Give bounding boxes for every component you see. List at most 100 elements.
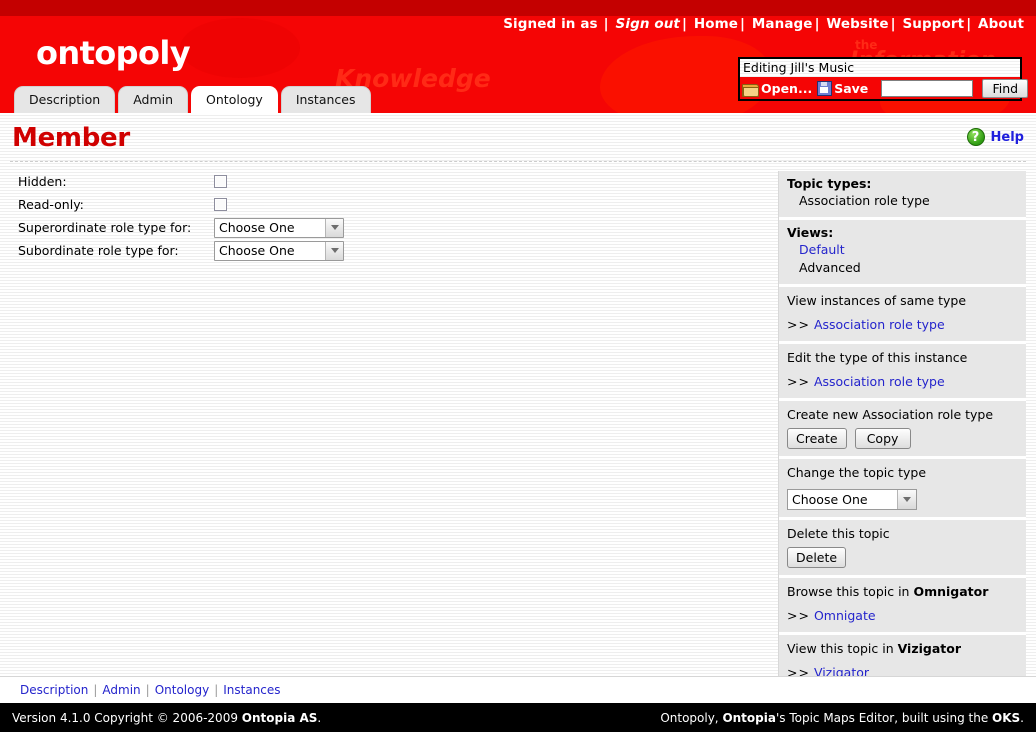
view-instances-text: View instances of same type bbox=[787, 292, 1018, 310]
tagline-text: Ontopoly, Ontopia's Topic Maps Editor, b… bbox=[660, 711, 1024, 725]
save-button-label: Save bbox=[834, 81, 868, 96]
omnigate-link[interactable]: Omnigate bbox=[814, 608, 876, 623]
page-title: Member bbox=[12, 123, 130, 153]
browse-omnigator-prefix: Browse this topic in bbox=[787, 584, 913, 599]
help-link[interactable]: ? Help bbox=[967, 128, 1024, 146]
footer-separator: | bbox=[88, 683, 102, 697]
footer-link-admin[interactable]: Admin bbox=[102, 683, 140, 697]
tab-description[interactable]: Description bbox=[14, 86, 115, 113]
topicmap-toolbox: Editing Jill's Music Open... Save Find bbox=[738, 57, 1022, 101]
view-instances-row: >> Association role type bbox=[787, 315, 1018, 334]
topic-types-heading: Topic types: bbox=[787, 176, 1018, 191]
delete-topic-text: Delete this topic bbox=[787, 525, 1018, 543]
editing-title: Editing Jill's Music bbox=[740, 59, 1020, 77]
view-default-link[interactable]: Default bbox=[787, 241, 1018, 259]
header-top-stripe bbox=[0, 0, 1036, 16]
form-row-superordinate: Superordinate role type for: Choose One bbox=[18, 217, 748, 238]
footer-separator: | bbox=[209, 683, 223, 697]
sidebar-section-view-instances: View instances of same type >> Associati… bbox=[779, 287, 1026, 344]
save-button[interactable]: Save bbox=[817, 81, 868, 96]
omnigate-row: >> Omnigate bbox=[787, 606, 1018, 625]
tab-admin[interactable]: Admin bbox=[118, 86, 188, 113]
arrow-marker: >> bbox=[787, 374, 810, 389]
sign-out-link[interactable]: Sign out bbox=[616, 16, 680, 32]
ontopoly-logo[interactable]: ontopoly bbox=[36, 34, 190, 72]
tagline-oks: OKS bbox=[992, 711, 1020, 725]
delete-button[interactable]: Delete bbox=[787, 547, 846, 568]
footer-separator: | bbox=[141, 683, 155, 697]
footer-status-bar: Version 4.1.0 Copyright © 2006-2009 Onto… bbox=[0, 703, 1036, 732]
floppy-disk-icon bbox=[817, 81, 831, 95]
tagline-ontopia: Ontopia bbox=[722, 711, 776, 725]
sidebar-section-topic-types: Topic types: Association role type bbox=[779, 171, 1026, 220]
view-vizigator-prefix: View this topic in bbox=[787, 641, 898, 656]
header-watermark-shape bbox=[180, 18, 300, 78]
superordinate-select-value: Choose One bbox=[215, 220, 325, 235]
tagline-part-2: 's Topic Maps Editor, built using the bbox=[776, 711, 992, 725]
help-label: Help bbox=[991, 130, 1024, 145]
main-tab-bar: Description Admin Ontology Instances bbox=[14, 86, 371, 113]
edit-type-text: Edit the type of this instance bbox=[787, 349, 1018, 367]
tab-instances[interactable]: Instances bbox=[281, 86, 371, 113]
open-button[interactable]: Open... bbox=[742, 81, 812, 96]
sidebar-section-delete: Delete this topic Delete bbox=[779, 520, 1026, 578]
hidden-checkbox[interactable] bbox=[214, 175, 227, 188]
site-header: Knowledge the Information Signed in as| … bbox=[0, 0, 1036, 113]
form-row-subordinate: Subordinate role type for: Choose One bbox=[18, 240, 748, 261]
change-type-text: Change the topic type bbox=[787, 464, 1018, 482]
footer-link-description[interactable]: Description bbox=[20, 683, 88, 697]
title-divider bbox=[10, 161, 1026, 162]
copyright-suffix: . bbox=[317, 711, 321, 725]
manage-link[interactable]: Manage bbox=[752, 16, 813, 32]
signed-in-as-label: Signed in as bbox=[503, 16, 601, 32]
superordinate-select[interactable]: Choose One bbox=[214, 218, 344, 238]
edit-type-link[interactable]: Association role type bbox=[814, 374, 945, 389]
support-link[interactable]: Support bbox=[902, 16, 964, 32]
find-button[interactable]: Find bbox=[982, 79, 1028, 98]
view-advanced-label[interactable]: Advanced bbox=[787, 259, 1018, 277]
home-link[interactable]: Home bbox=[694, 16, 738, 32]
create-button[interactable]: Create bbox=[787, 428, 847, 449]
subordinate-select[interactable]: Choose One bbox=[214, 241, 344, 261]
form-row-hidden: Hidden: bbox=[18, 171, 748, 192]
edit-type-row: >> Association role type bbox=[787, 372, 1018, 391]
tagline-part-3: . bbox=[1020, 711, 1024, 725]
topic-types-value: Association role type bbox=[787, 192, 1018, 210]
footer-link-ontology[interactable]: Ontology bbox=[155, 683, 210, 697]
website-link[interactable]: Website bbox=[826, 16, 888, 32]
sidebar-section-edit-type: Edit the type of this instance >> Associ… bbox=[779, 344, 1026, 401]
create-new-text: Create new Association role type bbox=[787, 406, 1018, 424]
subordinate-select-value: Choose One bbox=[215, 243, 325, 258]
change-topic-type-value: Choose One bbox=[788, 492, 897, 507]
top-navigation: Signed in as| Sign out| Home| Manage| We… bbox=[503, 16, 1024, 32]
read-only-checkbox[interactable] bbox=[214, 198, 227, 211]
sidebar-section-change-type: Change the topic type Choose One bbox=[779, 459, 1026, 520]
toolbox-actions: Open... Save Find bbox=[740, 77, 1020, 99]
chevron-down-icon bbox=[325, 242, 343, 260]
tab-ontology[interactable]: Ontology bbox=[191, 86, 278, 113]
open-button-label: Open... bbox=[761, 81, 812, 96]
change-topic-type-select[interactable]: Choose One bbox=[787, 489, 917, 510]
about-link[interactable]: About bbox=[978, 16, 1024, 32]
footer-link-instances[interactable]: Instances bbox=[223, 683, 280, 697]
nav-separator: | bbox=[889, 16, 898, 32]
topic-sidebar: Topic types: Association role type Views… bbox=[778, 171, 1026, 692]
copyright-text: Version 4.1.0 Copyright © 2006-2009 Onto… bbox=[12, 711, 321, 725]
open-folder-icon bbox=[742, 82, 758, 95]
find-input[interactable] bbox=[881, 80, 973, 97]
change-type-select-wrap: Choose One bbox=[787, 489, 1018, 510]
nav-separator: | bbox=[680, 16, 689, 32]
arrow-marker: >> bbox=[787, 317, 810, 332]
tagline-part-1: Ontopoly, bbox=[660, 711, 722, 725]
member-form: Hidden: Read-only: Superordinate role ty… bbox=[18, 171, 748, 263]
chevron-down-icon bbox=[325, 219, 343, 237]
copyright-prefix: Version 4.1.0 Copyright © 2006-2009 bbox=[12, 711, 242, 725]
footer-links-inner: Description|Admin|Ontology|Instances bbox=[0, 683, 281, 697]
copy-button[interactable]: Copy bbox=[855, 428, 911, 449]
nav-separator: | bbox=[813, 16, 822, 32]
view-instances-link[interactable]: Association role type bbox=[814, 317, 945, 332]
sidebar-section-create-new: Create new Association role type Create … bbox=[779, 401, 1026, 459]
nav-separator: | bbox=[738, 16, 747, 32]
help-question-icon: ? bbox=[967, 128, 985, 146]
delete-buttons: Delete bbox=[787, 547, 1018, 568]
